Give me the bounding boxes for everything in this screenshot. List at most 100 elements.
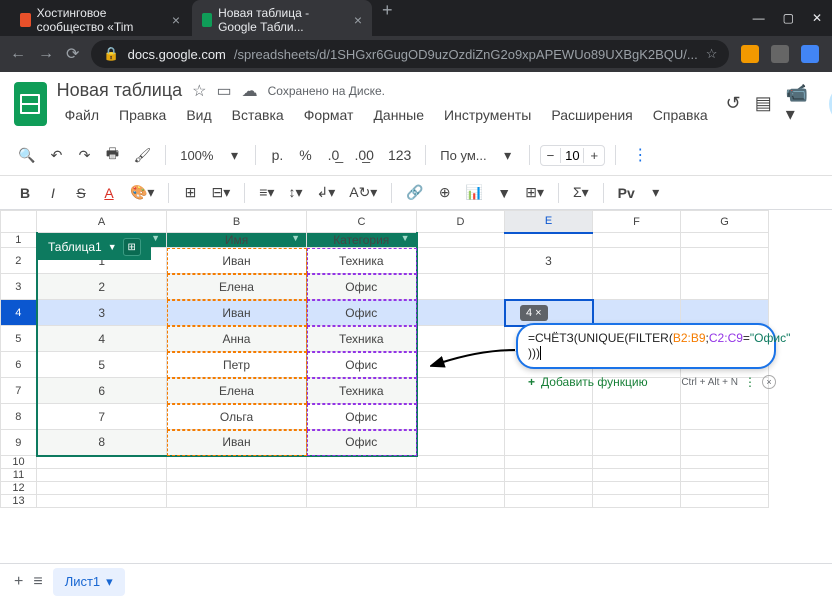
bold-button[interactable]: B [14,181,36,205]
menu-insert[interactable]: Вставка [224,103,292,127]
row-header[interactable]: 4 [1,300,37,326]
col-header-a[interactable]: A [37,211,167,233]
cell[interactable] [417,248,505,274]
rotate-button[interactable]: A↻▾ [345,180,381,205]
cell[interactable]: Иван [167,300,307,326]
cell[interactable] [417,233,505,248]
add-sheet-button[interactable]: + [14,573,23,591]
fill-color-button[interactable]: 🎨▾ [126,180,158,205]
cell[interactable]: Петр [167,352,307,378]
cell[interactable] [37,495,167,508]
cell[interactable] [681,469,769,482]
cell[interactable] [505,482,593,495]
cell[interactable] [505,456,593,469]
cell[interactable] [593,456,681,469]
menu-extensions[interactable]: Расширения [543,103,640,127]
print-icon[interactable]: 🖶 [101,139,123,171]
more-icon[interactable]: ⋮ [744,375,756,389]
row-header[interactable]: 6 [1,352,37,378]
extension-icon-1[interactable] [741,45,759,63]
cell[interactable] [417,456,505,469]
table-header-category[interactable]: Категория▼ [307,233,417,248]
performance-button[interactable]: Pv [614,181,639,205]
cell[interactable] [417,482,505,495]
col-header-b[interactable]: B [167,211,307,233]
redo-icon[interactable]: ↷ [73,143,95,168]
font-select[interactable]: По ум... [436,144,490,167]
insert-chart-button[interactable]: 📊 [462,180,487,205]
cell[interactable] [417,274,505,300]
cell[interactable] [417,378,505,404]
sheets-logo-icon[interactable] [14,82,47,126]
cell[interactable] [681,248,769,274]
cell[interactable] [37,482,167,495]
history-icon[interactable]: ↺ [726,93,741,114]
chevron-down-icon[interactable]: ▾ [106,574,113,590]
cell[interactable]: 7 [37,404,167,430]
star-icon[interactable]: ☆ [706,46,718,62]
row-header[interactable]: 9 [1,430,37,456]
currency-button[interactable]: р. [266,143,288,167]
cell[interactable] [681,456,769,469]
more-tools-icon[interactable]: ⋮ [626,141,654,169]
cell[interactable] [505,233,593,248]
col-header-g[interactable]: G [681,211,769,233]
minimize-icon[interactable]: — [753,11,765,25]
menu-edit[interactable]: Правка [111,103,174,127]
cell[interactable]: 4 [37,326,167,352]
chevron-down-icon[interactable]: ▼ [108,242,117,252]
cell[interactable]: Елена [167,378,307,404]
font-size-stepper[interactable]: − + [540,145,606,166]
cell[interactable] [505,495,593,508]
increase-decimal-button[interactable]: .0̲0 [350,143,377,167]
forward-icon[interactable]: → [38,45,54,63]
menu-format[interactable]: Формат [296,103,362,127]
cell[interactable] [417,404,505,430]
number-format-button[interactable]: 123 [384,143,415,167]
row-header[interactable]: 8 [1,404,37,430]
cell[interactable]: Офис [307,430,417,456]
select-all-corner[interactable] [1,211,37,233]
align-h-button[interactable]: ≡▾ [255,180,278,205]
cell[interactable]: Техника [307,378,417,404]
align-v-button[interactable]: ↕▾ [284,180,306,205]
font-size-plus[interactable]: + [584,146,604,165]
cell[interactable] [417,300,505,326]
spreadsheet-grid[interactable]: Таблица1 ▼ ⊞ A B C D E F G 1 ID▼ Имя▼ Ка… [0,210,832,563]
comment-icon[interactable]: ▤ [755,93,772,114]
row-header[interactable]: 12 [1,482,37,495]
undo-icon[interactable]: ↶ [45,143,67,168]
col-header-f[interactable]: F [593,211,681,233]
close-window-icon[interactable]: ✕ [812,11,822,25]
cell[interactable] [167,495,307,508]
col-header-e[interactable]: E [505,211,593,233]
cell[interactable]: Техника [307,248,417,274]
cell[interactable]: 3 [37,300,167,326]
cell[interactable] [417,352,505,378]
cell[interactable] [417,326,505,352]
font-size-minus[interactable]: − [541,146,561,165]
percent-button[interactable]: % [294,143,316,167]
meet-icon[interactable]: 📹▾ [786,83,815,125]
url-input[interactable]: 🔒 docs.google.com/spreadsheets/d/1SHGxr6… [91,40,729,68]
row-header[interactable]: 1 [1,233,37,248]
reload-icon[interactable]: ⟳ [66,44,79,64]
decrease-decimal-button[interactable]: .0̲ [322,143,344,167]
new-tab-button[interactable]: + [374,0,401,40]
cell[interactable] [167,469,307,482]
cell[interactable]: 8 [37,430,167,456]
cell[interactable]: Офис [307,404,417,430]
borders-button[interactable]: ⊞ [179,180,201,205]
cell[interactable] [307,495,417,508]
link-button[interactable]: 🔗 [402,180,427,205]
row-header[interactable]: 2 [1,248,37,274]
cell[interactable]: 5 [37,352,167,378]
close-icon[interactable]: × [354,12,362,28]
back-icon[interactable]: ← [10,45,26,63]
cell[interactable]: Елена [167,274,307,300]
zoom-select[interactable]: 100% [176,144,217,167]
row-header[interactable]: 5 [1,326,37,352]
cell[interactable]: Анна [167,326,307,352]
menu-file[interactable]: Файл [57,103,107,127]
cell[interactable] [417,469,505,482]
